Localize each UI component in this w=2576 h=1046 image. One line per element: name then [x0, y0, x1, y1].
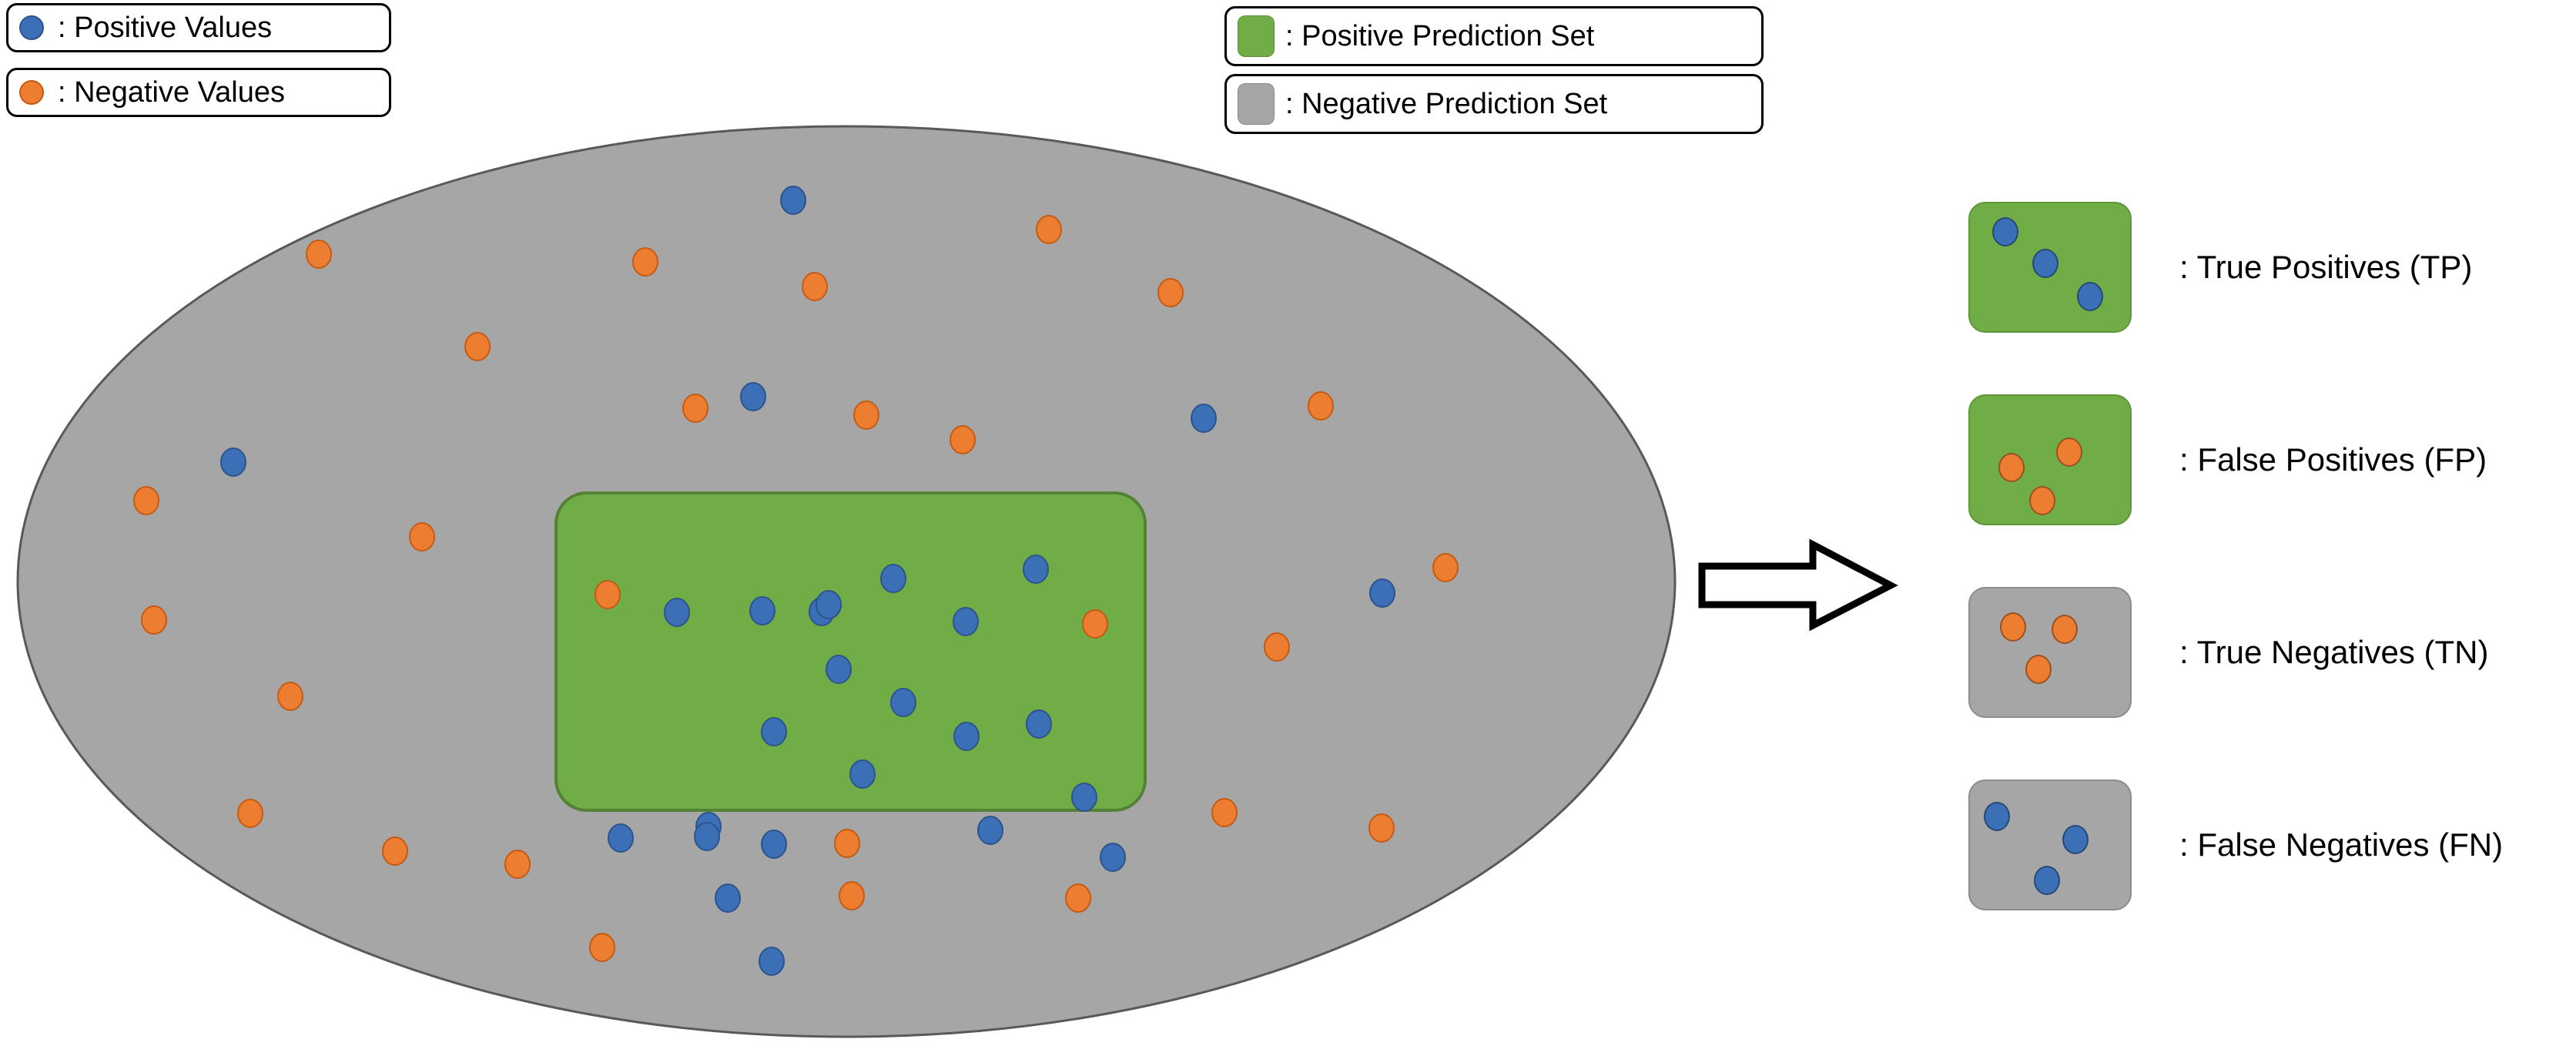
legend-false-negatives[interactable]: : False Negatives (FN)	[1968, 779, 2503, 910]
true-positive-dot	[694, 822, 720, 851]
false-positive-dot	[1082, 609, 1108, 639]
true-negative-dot	[1157, 278, 1184, 307]
true-negative-dot	[141, 605, 167, 635]
true-negative-dot	[839, 881, 865, 910]
positive-prediction-rect	[554, 491, 1147, 812]
true-negative-dot	[853, 401, 879, 430]
true-negative-dot	[277, 682, 303, 711]
positive-value-dot	[1991, 216, 2018, 246]
true-positive-dot	[761, 717, 787, 746]
true-negative-dot	[306, 240, 332, 269]
true-negative-dot	[1211, 798, 1238, 827]
right-arrow-icon	[1698, 538, 1898, 632]
true-positives-label: : True Positives (TP)	[2179, 249, 2473, 285]
green-square-icon	[1238, 15, 1275, 57]
flow-arrow-group	[1698, 538, 1898, 632]
true-positive-dot	[1071, 783, 1097, 812]
true-negative-dot	[1368, 813, 1395, 843]
true-positive-dot	[1100, 843, 1126, 872]
true-negative-dot	[632, 247, 658, 277]
legend-false-positives[interactable]: : False Positives (FP)	[1968, 394, 2487, 525]
positive-value-dot	[2033, 866, 2060, 896]
false-positive-dot	[595, 580, 621, 609]
legend-true-negatives[interactable]: : True Negatives (TN)	[1968, 587, 2488, 718]
positive-value-dot	[2077, 282, 2103, 312]
false-negative-dot	[1369, 578, 1395, 608]
true-negative-dot	[382, 836, 408, 866]
true-negative-dot	[133, 486, 159, 515]
true-negatives-label: : True Negatives (TN)	[2179, 634, 2489, 670]
false-negatives-card	[1968, 779, 2132, 910]
legend-true-positives[interactable]: : True Positives (TP)	[1968, 202, 2472, 333]
true-negative-dot	[464, 332, 491, 361]
true-negative-dot	[504, 850, 531, 879]
true-positive-dot	[816, 590, 842, 619]
true-positives-card	[1968, 202, 2132, 333]
true-positive-dot	[761, 830, 787, 859]
true-positive-dot	[608, 823, 634, 853]
true-negative-dot	[682, 394, 708, 423]
positive-value-dot	[2062, 825, 2089, 855]
negative-value-dot	[2051, 615, 2078, 645]
legend-negative-prediction-set-label: : Negative Prediction Set	[1285, 88, 1608, 120]
true-positive-dot	[880, 564, 906, 593]
false-negative-dot	[780, 186, 806, 215]
legend-positive-prediction-set[interactable]: : Positive Prediction Set	[1224, 6, 1764, 66]
true-negative-dot	[1432, 553, 1459, 582]
negative-value-dot	[2055, 438, 2082, 468]
true-positive-dot	[826, 655, 852, 684]
negative-value-dot	[2025, 654, 2052, 684]
true-positive-dot	[664, 598, 690, 627]
true-negative-dot	[1065, 883, 1091, 913]
negative-value-dot	[2028, 486, 2055, 516]
negative-value-dot	[2000, 612, 2027, 642]
false-negatives-label: : False Negatives (FN)	[2179, 826, 2504, 863]
false-positive-dot	[834, 829, 860, 858]
legend-positive-values[interactable]: : Positive Values	[6, 3, 391, 52]
true-positive-dot	[1026, 709, 1052, 739]
true-negatives-card	[1968, 587, 2132, 718]
true-negative-dot	[802, 272, 828, 301]
true-negative-dot	[589, 933, 615, 962]
true-positive-dot	[1023, 555, 1049, 584]
blue-circle-icon	[19, 15, 44, 40]
true-positive-dot	[749, 596, 775, 625]
orange-circle-icon	[19, 80, 44, 105]
true-negative-dot	[950, 425, 976, 454]
negative-value-dot	[1998, 452, 2025, 482]
true-negative-dot	[237, 799, 263, 828]
true-negative-dot	[409, 522, 435, 551]
true-positive-dot	[953, 722, 980, 751]
gray-square-icon	[1238, 83, 1275, 125]
true-positive-dot	[977, 816, 1003, 845]
legend-negative-prediction-set[interactable]: : Negative Prediction Set	[1224, 74, 1764, 134]
true-negative-dot	[1264, 632, 1290, 662]
false-positives-label: : False Positives (FP)	[2179, 441, 2487, 478]
false-negative-dot	[220, 448, 246, 477]
true-positive-dot	[890, 688, 916, 717]
positive-value-dot	[1984, 802, 2011, 832]
false-negative-dot	[740, 382, 766, 411]
true-negative-dot	[1036, 215, 1062, 244]
true-positive-dot	[953, 607, 979, 636]
false-negative-dot	[715, 883, 741, 913]
true-positive-dot	[759, 947, 785, 976]
true-positive-dot	[849, 759, 876, 789]
false-negative-dot	[1191, 404, 1217, 433]
positive-value-dot	[2032, 249, 2058, 279]
true-negative-dot	[1308, 391, 1334, 421]
legend-positive-values-label: : Positive Values	[58, 12, 273, 44]
false-positives-card	[1968, 394, 2132, 525]
legend-negative-values[interactable]: : Negative Values	[6, 68, 391, 117]
diagram-canvas: : Positive Values : Negative Values : Po…	[0, 0, 2576, 1046]
legend-positive-prediction-set-label: : Positive Prediction Set	[1285, 20, 1595, 52]
legend-negative-values-label: : Negative Values	[58, 76, 286, 109]
